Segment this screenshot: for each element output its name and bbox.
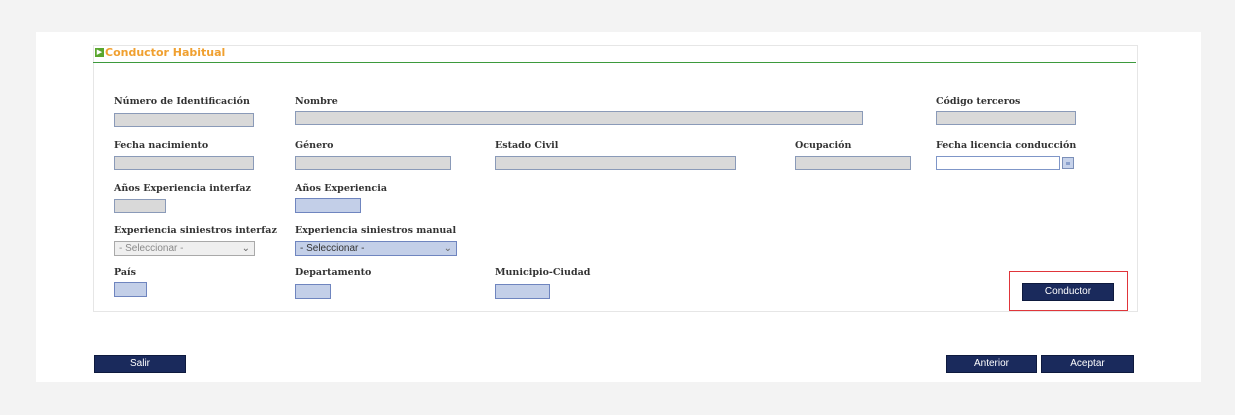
anios-exp-label: Años Experiencia — [295, 183, 387, 194]
conductor-habitual-section — [93, 45, 1138, 312]
section-header: ▶ Conductor Habitual — [93, 46, 1136, 63]
aceptar-button[interactable]: Aceptar — [1041, 355, 1134, 373]
genero-label: Género — [295, 140, 334, 151]
anterior-button[interactable]: Anterior — [946, 355, 1037, 373]
fecha-licencia-field[interactable] — [936, 156, 1060, 170]
exp-siniestros-interfaz-select[interactable]: - Seleccionar - ⌄ — [114, 241, 255, 256]
fecha-licencia-label: Fecha licencia conducción — [936, 140, 1077, 151]
pais-label: País — [114, 267, 137, 278]
exp-siniestros-manual-select[interactable]: - Seleccionar - ⌄ — [295, 241, 457, 256]
ocupacion-label: Ocupación — [795, 140, 852, 151]
fecha-nacimiento-label: Fecha nacimiento — [114, 140, 209, 151]
exp-siniestros-manual-value: - Seleccionar - — [300, 243, 365, 254]
exp-siniestros-manual-label: Experiencia siniestros manual — [295, 225, 457, 236]
anios-exp-field[interactable] — [295, 198, 361, 213]
codigo-terceros-label: Código terceros — [936, 96, 1021, 107]
exp-siniestros-interfaz-value: - Seleccionar - — [119, 243, 184, 254]
municipio-field[interactable] — [495, 284, 550, 299]
ocupacion-field[interactable] — [795, 156, 911, 170]
pais-field[interactable] — [114, 282, 147, 297]
estado-civil-field[interactable] — [495, 156, 736, 170]
estado-civil-label: Estado Civil — [495, 140, 559, 151]
chevron-right-icon: ▶ — [95, 48, 104, 57]
nombre-label: Nombre — [295, 96, 338, 107]
departamento-label: Departamento — [295, 267, 372, 278]
salir-button[interactable]: Salir — [94, 355, 186, 373]
exp-siniestros-interfaz-label: Experiencia siniestros interfaz — [114, 225, 277, 236]
nombre-field[interactable] — [295, 111, 863, 125]
conductor-button[interactable]: Conductor — [1022, 283, 1114, 301]
fecha-nacimiento-field[interactable] — [114, 156, 254, 170]
anios-exp-interfaz-field[interactable] — [114, 199, 166, 213]
municipio-label: Municipio-Ciudad — [495, 267, 591, 278]
numero-identificacion-field[interactable] — [114, 113, 254, 127]
chevron-down-icon: ⌄ — [241, 243, 250, 254]
codigo-terceros-field[interactable] — [936, 111, 1076, 125]
genero-field[interactable] — [295, 156, 451, 170]
departamento-field[interactable] — [295, 284, 331, 299]
calendar-icon[interactable] — [1062, 157, 1074, 169]
chevron-down-icon: ⌄ — [443, 243, 452, 254]
anios-exp-interfaz-label: Años Experiencia interfaz — [114, 183, 251, 194]
section-title: Conductor Habitual — [105, 46, 226, 59]
numero-identificacion-label: Número de Identificación — [114, 96, 250, 107]
